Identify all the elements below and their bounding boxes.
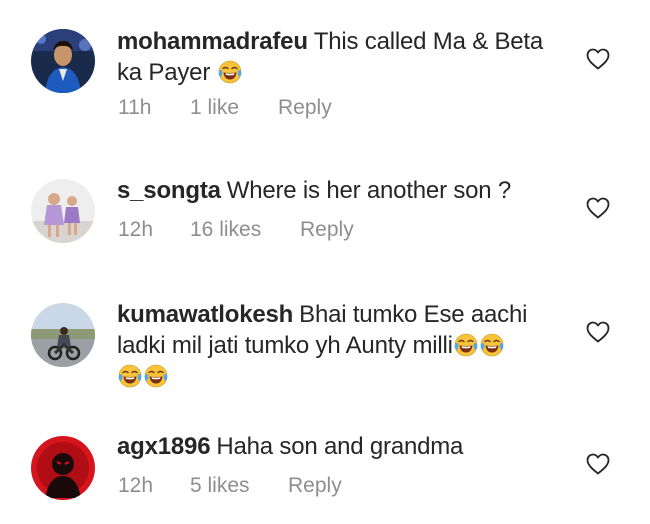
comment-username[interactable]: mohammadrafeu [117, 28, 308, 55]
heart-outline-icon[interactable] [586, 197, 610, 219]
comment-body: mohammadrafeu This called Ma & Beta ka Pa… [117, 26, 557, 88]
comment-timestamp: 12h [118, 218, 154, 241]
heart-outline-icon[interactable] [586, 321, 610, 343]
user-avatar[interactable] [31, 179, 95, 243]
face-with-tears-of-joy-emoji [144, 364, 168, 388]
comment-timestamp: 12h [118, 474, 154, 497]
reply-button[interactable]: Reply [278, 96, 332, 120]
reply-button[interactable]: Reply [288, 474, 342, 498]
comment-like-count[interactable]: 1 like [190, 96, 239, 120]
face-with-tears-of-joy-emoji [480, 333, 504, 357]
comment-username[interactable]: s_songta [117, 177, 221, 204]
comment-body: s_songta Where is her another son ? [117, 175, 557, 206]
heart-outline-icon[interactable] [586, 48, 610, 70]
face-with-tears-of-joy-emoji [218, 60, 242, 84]
reply-button[interactable]: Reply [300, 218, 354, 242]
face-with-tears-of-joy-emoji [118, 364, 142, 388]
comment-body: kumawatlokesh Bhai tumko Ese aachi ladki … [117, 299, 557, 392]
comment-text: Where is her another son ? [226, 177, 512, 204]
comment-username[interactable]: kumawatlokesh [117, 301, 293, 328]
comment-like-count[interactable]: 5 likes [190, 474, 250, 498]
comment-text: Haha son and grandma [216, 433, 464, 460]
comment-timestamp: 11h [118, 96, 152, 119]
comment-body: agx1896 Haha son and grandma [117, 431, 557, 462]
face-with-tears-of-joy-emoji [454, 333, 478, 357]
user-avatar[interactable] [31, 29, 95, 93]
user-avatar[interactable] [31, 303, 95, 367]
comment-like-count[interactable]: 16 likes [190, 218, 261, 242]
comment-username[interactable]: agx1896 [117, 433, 211, 460]
user-avatar[interactable] [31, 436, 95, 500]
heart-outline-icon[interactable] [586, 453, 610, 475]
